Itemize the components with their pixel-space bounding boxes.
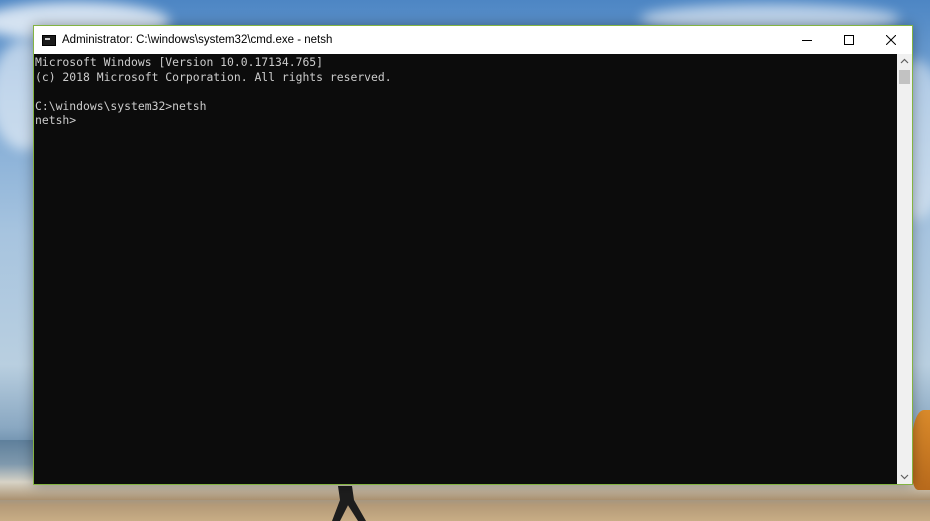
- scroll-down-button[interactable]: [897, 470, 912, 484]
- minimize-button[interactable]: [786, 26, 828, 54]
- scroll-up-button[interactable]: [897, 54, 912, 68]
- vertical-scrollbar[interactable]: [897, 54, 912, 484]
- caption-buttons: [786, 26, 912, 54]
- console-line: Microsoft Windows [Version 10.0.17134.76…: [35, 55, 324, 69]
- rock: [912, 410, 930, 490]
- title-bar[interactable]: Administrator: C:\windows\system32\cmd.e…: [34, 26, 912, 54]
- cmd-window[interactable]: Administrator: C:\windows\system32\cmd.e…: [33, 25, 913, 485]
- cmd-app-icon[interactable]: [42, 34, 56, 46]
- close-button[interactable]: [870, 26, 912, 54]
- chevron-down-icon: [900, 474, 909, 480]
- console-prompt[interactable]: netsh>: [35, 113, 897, 128]
- console-output[interactable]: Microsoft Windows [Version 10.0.17134.76…: [34, 54, 897, 484]
- console-line: (c) 2018 Microsoft Corporation. All righ…: [35, 69, 392, 84]
- window-title: Administrator: C:\windows\system32\cmd.e…: [62, 34, 333, 46]
- minimize-icon: [802, 40, 812, 41]
- scroll-thumb[interactable]: [899, 70, 910, 84]
- maximize-button[interactable]: [828, 26, 870, 54]
- console-line: C:\windows\system32>netsh: [35, 98, 207, 113]
- maximize-icon: [844, 35, 854, 45]
- chevron-up-icon: [900, 58, 909, 64]
- close-icon: [886, 35, 896, 45]
